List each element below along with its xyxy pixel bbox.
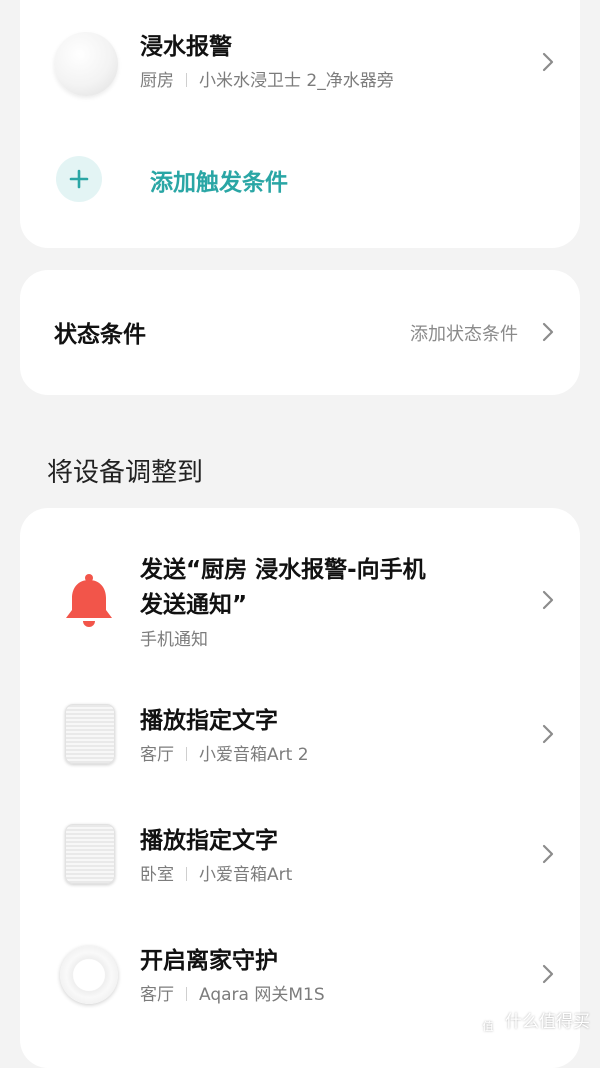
chevron-right-icon — [540, 588, 556, 612]
action-item-gateway[interactable]: 开启离家守护 客厅 Aqara 网关M1S — [20, 940, 580, 1010]
action-title: 播放指定文字 — [140, 708, 278, 734]
chevron-right-icon — [540, 722, 556, 746]
action-room: 客厅 — [140, 745, 174, 765]
speaker-icon — [54, 700, 124, 770]
actions-card: 发送“厨房 浸水报警-向手机 发送通知” 手机通知 播放指定文字 客厅小爱音箱A… — [20, 508, 580, 1068]
action-device: 小爱音箱Art — [199, 865, 293, 885]
water-sensor-icon — [54, 30, 124, 100]
watermark: 值什么值得买 — [477, 1007, 590, 1038]
trigger-room: 厨房 — [140, 71, 174, 91]
add-trigger-label: 添加触发条件 — [150, 170, 288, 196]
state-condition-title: 状态条件 — [54, 322, 146, 348]
watermark-text: 什么值得买 — [505, 1012, 590, 1032]
action-subtitle: 客厅 小爱音箱Art 2 — [140, 740, 309, 765]
action-room: 卧室 — [140, 865, 174, 885]
trigger-title: 浸水报警 — [140, 34, 232, 60]
trigger-card: 浸水报警 厨房 小米水浸卫士 2_净水器旁 添加触发条件 — [20, 0, 580, 248]
speaker-icon — [54, 820, 124, 890]
chevron-right-icon — [540, 320, 556, 344]
trigger-subtitle: 厨房 小米水浸卫士 2_净水器旁 — [140, 66, 394, 91]
watermark-icon: 值 — [477, 1016, 499, 1038]
action-item-speaker-livingroom[interactable]: 播放指定文字 客厅 小爱音箱Art 2 — [20, 700, 580, 770]
action-item-notify[interactable]: 发送“厨房 浸水报警-向手机 发送通知” 手机通知 — [20, 548, 580, 658]
action-device: 小爱音箱Art 2 — [199, 745, 309, 765]
state-condition-card[interactable]: 状态条件 添加状态条件 — [20, 270, 580, 395]
action-item-speaker-bedroom[interactable]: 播放指定文字 卧室 小爱音箱Art — [20, 820, 580, 890]
action-title-line2: 发送通知” — [140, 592, 248, 618]
chevron-right-icon — [540, 962, 556, 986]
trigger-device-name: 小米水浸卫士 2_净水器旁 — [199, 71, 394, 91]
plus-icon — [56, 156, 102, 202]
actions-heading: 将设备调整到 — [47, 458, 204, 488]
action-title-line1: 发送“厨房 浸水报警-向手机 — [140, 557, 426, 583]
action-subtitle: 手机通知 — [140, 630, 208, 650]
action-subtitle: 客厅 Aqara 网关M1S — [140, 980, 325, 1005]
chevron-right-icon — [540, 842, 556, 866]
gateway-icon — [54, 940, 124, 1010]
chevron-right-icon — [540, 50, 556, 74]
action-subtitle: 卧室 小爱音箱Art — [140, 860, 292, 885]
action-device: Aqara 网关M1S — [199, 985, 325, 1005]
add-state-condition-link: 添加状态条件 — [410, 324, 518, 345]
trigger-device-row[interactable]: 浸水报警 厨房 小米水浸卫士 2_净水器旁 — [20, 22, 580, 102]
add-trigger-row[interactable]: 添加触发条件 — [20, 156, 580, 206]
action-title: 开启离家守护 — [140, 948, 278, 974]
action-room: 客厅 — [140, 985, 174, 1005]
bell-icon — [54, 568, 124, 638]
action-title: 播放指定文字 — [140, 828, 278, 854]
